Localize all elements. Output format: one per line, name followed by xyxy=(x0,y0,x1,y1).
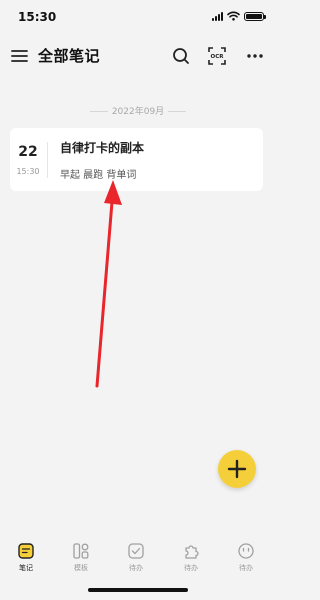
battery-icon xyxy=(244,11,266,21)
cellular-signal-icon xyxy=(212,11,223,21)
divider xyxy=(89,111,108,112)
more-button[interactable] xyxy=(244,45,266,67)
smile-icon xyxy=(238,543,254,559)
note-title: 自律打卡的副本 xyxy=(60,141,145,155)
template-grid-icon xyxy=(73,543,89,559)
status-bar: 15:30 xyxy=(0,0,276,36)
plus-icon xyxy=(227,459,247,479)
date-group-header: 2022年09月 xyxy=(0,104,276,117)
ocr-label: OCR xyxy=(211,54,225,60)
status-icons xyxy=(212,11,266,21)
tab-todo-2[interactable]: 待办 xyxy=(166,542,216,573)
tab-label: 待办 xyxy=(184,564,198,572)
search-button[interactable] xyxy=(170,45,192,67)
tab-label: 模板 xyxy=(74,564,88,572)
puzzle-icon xyxy=(185,545,199,559)
more-dots-icon xyxy=(247,54,263,58)
tab-todo[interactable]: 待办 xyxy=(111,542,161,573)
tab-label: 待办 xyxy=(239,564,253,572)
ocr-scan-icon: OCR xyxy=(208,47,226,65)
app-header: 全部笔记 OCR xyxy=(0,36,276,76)
note-preview: 早起 晨跑 背单词 xyxy=(60,170,137,181)
tab-label: 待办 xyxy=(129,564,143,572)
date-group-label: 2022年09月 xyxy=(111,107,165,117)
menu-button[interactable] xyxy=(10,46,30,66)
hamburger-menu-icon xyxy=(11,50,28,62)
ocr-button[interactable]: OCR xyxy=(206,45,228,67)
note-divider xyxy=(47,142,48,178)
tab-todo-3[interactable]: 待办 xyxy=(221,542,271,573)
page-title: 全部笔记 xyxy=(38,47,101,65)
note-day: 22 xyxy=(18,144,38,160)
search-icon xyxy=(173,48,189,64)
tab-label: 笔记 xyxy=(19,564,33,572)
note-card[interactable]: 22 15:30 自律打卡的副本 早起 晨跑 背单词 xyxy=(10,128,263,191)
divider xyxy=(168,111,187,112)
tab-templates[interactable]: 模板 xyxy=(56,542,106,573)
note-icon xyxy=(18,543,34,559)
home-indicator xyxy=(88,588,188,592)
wifi-icon xyxy=(227,11,240,21)
tab-notes[interactable]: 笔记 xyxy=(1,542,51,573)
checkbox-icon xyxy=(128,543,144,559)
add-note-button[interactable] xyxy=(218,450,256,488)
status-time: 15:30 xyxy=(18,10,57,24)
note-time: 15:30 xyxy=(16,167,40,176)
annotation-arrow xyxy=(95,180,122,388)
